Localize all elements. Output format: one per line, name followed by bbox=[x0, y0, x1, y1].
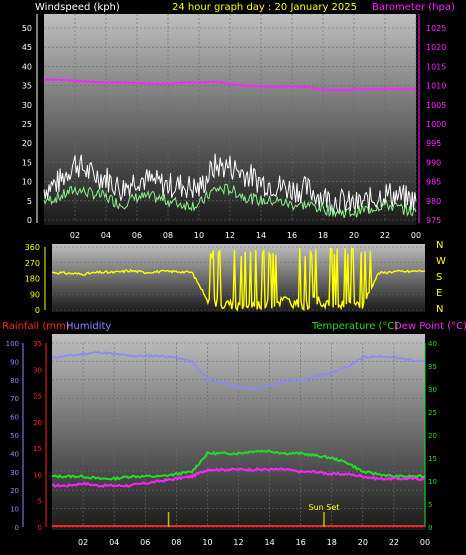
x-tick-label: 08 bbox=[171, 538, 181, 547]
temperature-label: Temperature (°C) bbox=[311, 321, 398, 332]
compass-label: N bbox=[436, 304, 443, 315]
humidity-tick-label: 50 bbox=[10, 432, 19, 440]
x-tick-label: 14 bbox=[256, 231, 266, 240]
rain-tick-label: 5 bbox=[38, 498, 42, 506]
x-tick-label: 10 bbox=[194, 231, 204, 240]
barometer-tick-label: 985 bbox=[426, 178, 441, 187]
barometer-tick-label: 1025 bbox=[426, 24, 446, 33]
barometer-tick-label: 1015 bbox=[426, 62, 446, 71]
humidity-tick-label: 10 bbox=[10, 506, 19, 514]
compass-label: W bbox=[436, 256, 446, 267]
x-tick-label: 14 bbox=[264, 538, 274, 547]
rain-tick-label: 35 bbox=[33, 340, 42, 348]
rain-tick-label: 20 bbox=[33, 419, 42, 427]
x-tick-label: 18 bbox=[318, 231, 328, 240]
humidity-tick-label: 100 bbox=[6, 340, 19, 348]
barometer-tick-label: 1010 bbox=[426, 82, 446, 91]
temp-tick-label: 35 bbox=[428, 363, 437, 371]
barometer-tick-label: 990 bbox=[426, 158, 441, 167]
x-tick-label: 22 bbox=[389, 538, 399, 547]
temp-tick-label: 20 bbox=[428, 432, 437, 440]
rain-tick-label: 10 bbox=[33, 471, 42, 479]
humidity-tick-label: 0 bbox=[15, 524, 19, 532]
weather-graph: Windspeed (kph) 24 hour graph day : 20 J… bbox=[2, 2, 466, 547]
x-tick-label: 10 bbox=[202, 538, 212, 547]
humidity-tick-label: 20 bbox=[10, 487, 19, 495]
x-tick-label: 00 bbox=[411, 231, 421, 240]
temp-tick-label: 30 bbox=[428, 386, 437, 394]
wind-tick-label: 0 bbox=[27, 216, 32, 225]
barometer-tick-label: 1020 bbox=[426, 43, 446, 52]
temp-tick-label: 15 bbox=[428, 455, 437, 463]
wind-tick-label: 25 bbox=[22, 120, 32, 129]
barometer-tick-label: 995 bbox=[426, 139, 441, 148]
barometer-label: Barometer (hpa) bbox=[372, 2, 455, 13]
temp-tick-label: 0 bbox=[428, 524, 432, 532]
sunset-label: Sun Set bbox=[309, 503, 340, 512]
x-tick-label: 00 bbox=[420, 538, 430, 547]
rain-tick-label: 30 bbox=[33, 366, 42, 374]
x-tick-label: 04 bbox=[109, 538, 119, 547]
x-tick-label: 04 bbox=[101, 231, 111, 240]
wind-tick-label: 40 bbox=[22, 62, 32, 71]
direction-tick-label: 90 bbox=[30, 290, 40, 299]
x-tick-label: 06 bbox=[132, 231, 142, 240]
wind-tick-label: 5 bbox=[27, 197, 32, 206]
direction-tick-label: 180 bbox=[25, 275, 40, 284]
x-tick-label: 06 bbox=[140, 538, 150, 547]
x-tick-label: 12 bbox=[233, 538, 243, 547]
temp-tick-label: 5 bbox=[428, 501, 432, 509]
wind-tick-label: 10 bbox=[22, 178, 32, 187]
compass-label: S bbox=[436, 272, 442, 283]
rain-tick-label: 25 bbox=[33, 393, 42, 401]
wind-tick-label: 50 bbox=[22, 24, 32, 33]
x-tick-label: 20 bbox=[358, 538, 368, 547]
chart-title: 24 hour graph day : 20 January 2025 bbox=[172, 2, 357, 13]
barometer-tick-label: 980 bbox=[426, 197, 441, 206]
wind-tick-label: 45 bbox=[22, 43, 32, 52]
wind-tick-label: 20 bbox=[22, 139, 32, 148]
barometer-tick-label: 975 bbox=[426, 216, 441, 225]
barometer-tick-label: 1000 bbox=[426, 120, 446, 129]
x-tick-label: 16 bbox=[287, 231, 297, 240]
temp-tick-label: 10 bbox=[428, 478, 437, 486]
x-tick-label: 12 bbox=[225, 231, 235, 240]
compass-label: E bbox=[436, 288, 442, 299]
x-tick-label: 22 bbox=[380, 231, 390, 240]
temp-tick-label: 25 bbox=[428, 409, 437, 417]
rainfall-label: Rainfall (mm) bbox=[2, 321, 70, 332]
x-tick-label: 20 bbox=[349, 231, 359, 240]
humidity-tick-label: 60 bbox=[10, 414, 19, 422]
humidity-tick-label: 90 bbox=[10, 358, 19, 366]
humidity-tick-label: 40 bbox=[10, 450, 19, 458]
wind-tick-label: 15 bbox=[22, 158, 32, 167]
compass-label: N bbox=[436, 240, 443, 251]
direction-tick-label: 360 bbox=[25, 243, 40, 252]
x-tick-label: 16 bbox=[296, 538, 306, 547]
wind-tick-label: 30 bbox=[22, 101, 32, 110]
temp-tick-label: 40 bbox=[428, 340, 437, 348]
humidity-tick-label: 80 bbox=[10, 377, 19, 385]
x-tick-label: 08 bbox=[163, 231, 173, 240]
x-tick-label: 02 bbox=[78, 538, 88, 547]
humidity-tick-label: 70 bbox=[10, 395, 19, 403]
x-tick-label: 18 bbox=[327, 538, 337, 547]
x-tick-label: 02 bbox=[70, 231, 80, 240]
windspeed-label: Windspeed (kph) bbox=[35, 2, 120, 13]
barometer-tick-label: 1005 bbox=[426, 101, 446, 110]
rain-tick-label: 15 bbox=[33, 445, 42, 453]
wind-tick-label: 35 bbox=[22, 82, 32, 91]
rain-tick-label: 0 bbox=[38, 524, 42, 532]
humidity-tick-label: 30 bbox=[10, 469, 19, 477]
direction-tick-label: 0 bbox=[35, 306, 40, 315]
direction-tick-label: 270 bbox=[25, 259, 40, 268]
dewpoint-label: Dew Point (°C) bbox=[394, 321, 466, 332]
humidity-label: Humidity bbox=[66, 321, 111, 332]
